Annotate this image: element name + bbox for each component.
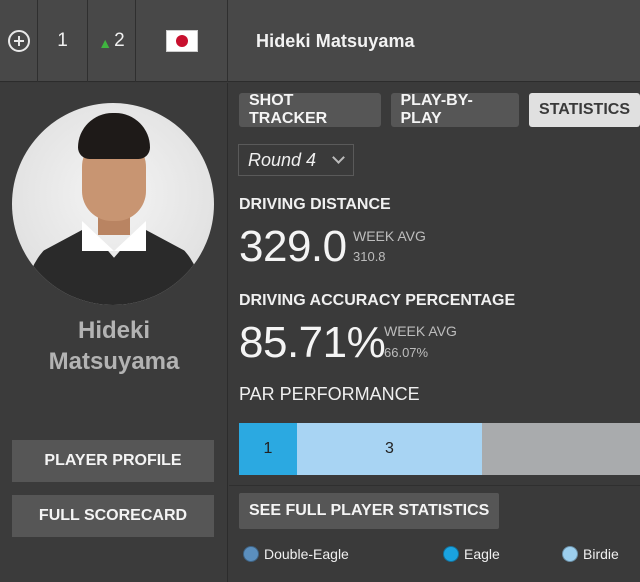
driving-accuracy-value: 85.71% xyxy=(239,318,386,367)
legend-item: Eagle xyxy=(443,546,500,562)
driving-distance-value: 329.0 xyxy=(239,222,347,271)
driving-accuracy-avg-label: WEEK AVG xyxy=(384,323,457,339)
chevron-down-icon xyxy=(332,151,345,164)
full-scorecard-button[interactable]: FULL SCORECARD xyxy=(12,495,214,537)
driving-distance-avg-value: 310.8 xyxy=(353,249,386,264)
sidebar-player-name: Hideki Matsuyama xyxy=(0,315,228,377)
double-eagle-dot-icon xyxy=(243,546,259,562)
par-segment-0: 1 xyxy=(239,423,297,475)
divider xyxy=(229,485,640,486)
movement-cell: ▲ 2 xyxy=(88,0,136,82)
player-sidebar: Hideki Matsuyama PLAYER PROFILE FULL SCO… xyxy=(0,83,228,582)
driving-accuracy-title: DRIVING ACCURACY PERCENTAGE xyxy=(239,292,516,309)
see-full-statistics-button[interactable]: SEE FULL PLAYER STATISTICS xyxy=(239,493,500,529)
legend-label: Eagle xyxy=(464,546,500,562)
player-header-bar: 1 ▲ 2 Hideki Matsuyama xyxy=(0,0,640,82)
tab-bar: SHOT TRACKER PLAY-BY-PLAY STATISTICS xyxy=(239,92,640,127)
add-player-button[interactable] xyxy=(0,0,38,82)
legend-item: Birdie xyxy=(562,546,619,562)
round-select[interactable]: Round 4 xyxy=(238,144,354,176)
driving-accuracy-avg-value: 66.07% xyxy=(384,345,429,360)
par-performance-title: PAR PERFORMANCE xyxy=(239,384,420,404)
position-value: 1 xyxy=(57,30,68,51)
legend-label: Double-Eagle xyxy=(264,546,349,562)
par-performance-bar: 13 xyxy=(239,423,640,475)
round-select-value: Round 4 xyxy=(248,149,317,170)
movement-value: 2 xyxy=(114,30,125,51)
player-avatar xyxy=(12,103,214,305)
header-player-name: Hideki Matsuyama xyxy=(256,30,415,51)
tab-shot-tracker[interactable]: SHOT TRACKER xyxy=(239,92,381,127)
tab-play-by-play[interactable]: PLAY-BY-PLAY xyxy=(390,92,520,127)
statistics-panel: SHOT TRACKER PLAY-BY-PLAY STATISTICS Rou… xyxy=(229,83,640,582)
player-last-name: Matsuyama xyxy=(48,348,180,375)
driving-distance-title: DRIVING DISTANCE xyxy=(239,196,391,213)
up-arrow-icon: ▲ xyxy=(98,35,113,51)
country-cell xyxy=(136,0,228,82)
eagle-dot-icon xyxy=(443,546,459,562)
add-circle-icon xyxy=(7,30,30,52)
player-profile-button[interactable]: PLAYER PROFILE xyxy=(12,440,214,482)
position-cell: 1 xyxy=(38,0,88,82)
legend-item: Double-Eagle xyxy=(243,546,349,562)
japan-flag-icon xyxy=(165,30,198,52)
par-segment-1: 3 xyxy=(297,423,482,475)
player-first-name: Hideki xyxy=(77,317,151,344)
legend-label: Birdie xyxy=(583,546,619,562)
tab-statistics[interactable]: STATISTICS xyxy=(529,93,640,127)
birdie-dot-icon xyxy=(562,546,578,562)
driving-distance-avg-label: WEEK AVG xyxy=(353,228,426,244)
